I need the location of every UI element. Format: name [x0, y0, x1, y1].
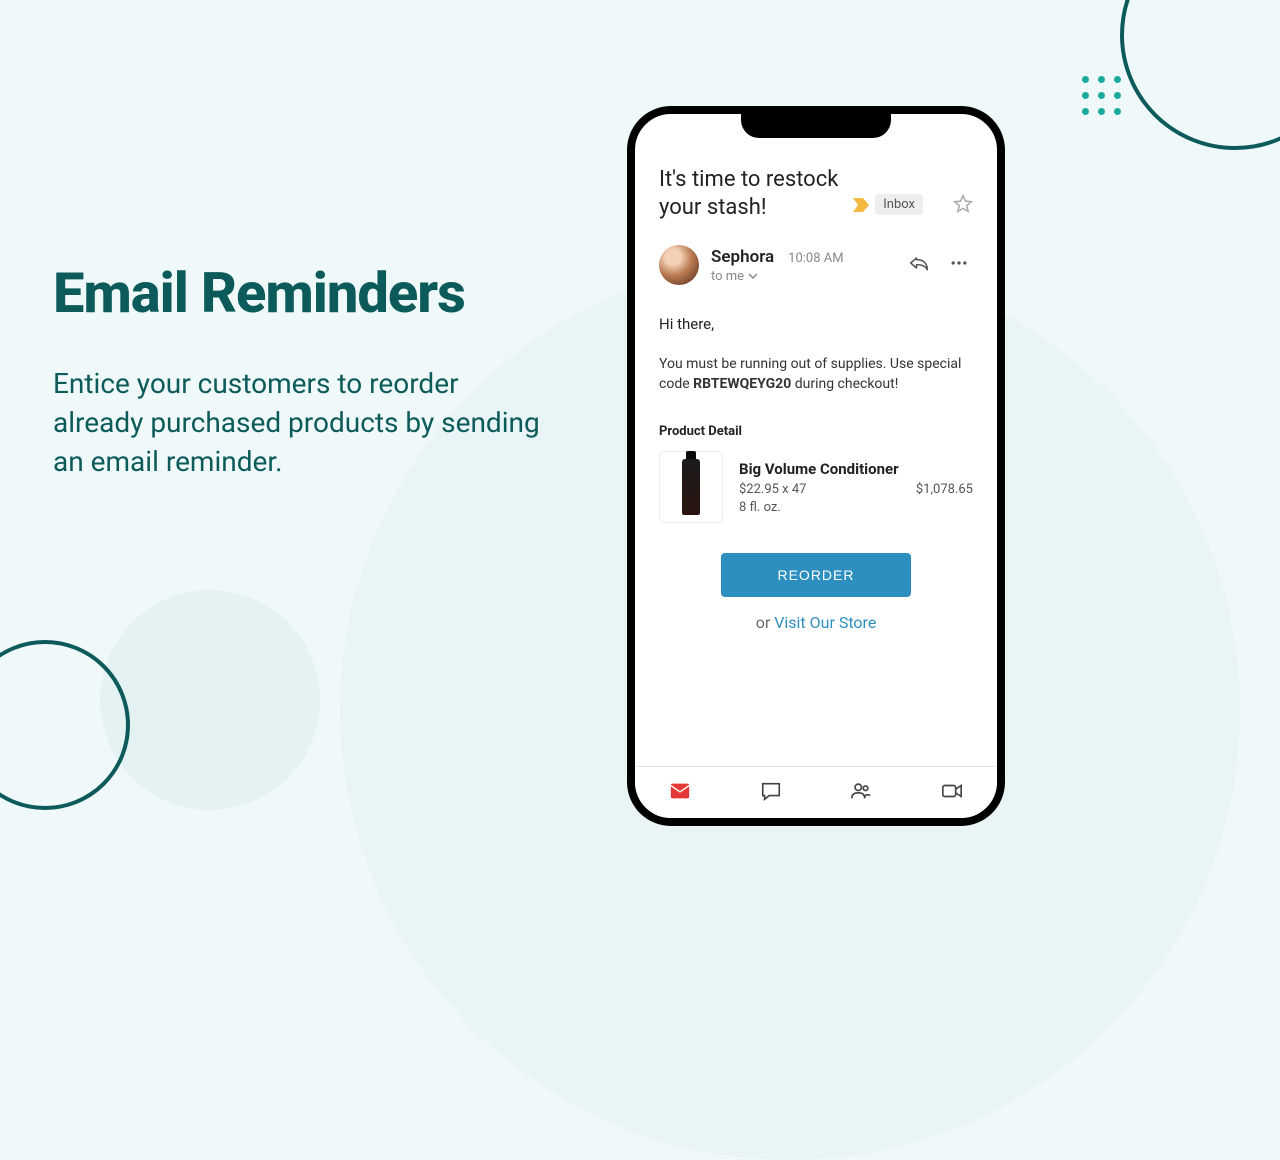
decorative-dots-icon — [1082, 76, 1122, 116]
nav-video-button[interactable] — [941, 780, 963, 806]
email-subject: It's time to restock your stash! — [659, 166, 853, 221]
product-row: Big Volume Conditioner $22.95 x 47 $1,07… — [659, 451, 973, 523]
bottle-icon — [682, 459, 700, 515]
bottom-nav — [635, 766, 997, 818]
sender-row: Sephora 10:08 AM to me — [659, 245, 973, 285]
marketing-copy: Email Reminders Entice your customers to… — [53, 260, 553, 482]
product-name: Big Volume Conditioner — [739, 460, 973, 478]
product-total: $1,078.65 — [916, 482, 973, 497]
product-size: 8 fl. oz. — [739, 500, 973, 515]
reorder-button[interactable]: REORDER — [721, 553, 911, 597]
more-button[interactable] — [945, 250, 973, 280]
or-label: or — [756, 613, 775, 632]
reply-icon — [909, 254, 929, 272]
recipient-dropdown[interactable]: to me — [711, 269, 893, 284]
people-icon — [850, 780, 872, 802]
video-icon — [941, 780, 963, 802]
inbox-badge[interactable]: Inbox — [875, 194, 923, 215]
nav-people-button[interactable] — [850, 780, 872, 806]
email-greeting: Hi there, — [659, 315, 973, 333]
sender-time: 10:08 AM — [788, 251, 843, 266]
star-icon — [953, 194, 973, 214]
product-image — [659, 451, 723, 523]
page-title: Email Reminders — [53, 260, 553, 326]
product-unit-price: $22.95 x 47 — [739, 482, 806, 497]
body-after-code: during checkout! — [791, 376, 898, 392]
phone-mockup: It's time to restock your stash! Inbox S… — [627, 106, 1005, 826]
promo-code: RBTEWQEYG20 — [693, 376, 791, 392]
more-horizontal-icon — [949, 254, 969, 272]
chevron-down-icon — [748, 271, 758, 281]
page-description: Entice your customers to reorder already… — [53, 364, 553, 482]
product-detail-header: Product Detail — [659, 424, 973, 439]
product-price-row: $22.95 x 47 $1,078.65 — [739, 482, 973, 497]
star-button[interactable] — [953, 194, 973, 218]
email-subject-row: It's time to restock your stash! Inbox — [659, 166, 973, 221]
phone-notch — [741, 114, 891, 138]
label-arrow-icon — [853, 198, 869, 212]
visit-store-link[interactable]: Visit Our Store — [774, 613, 876, 632]
nav-chat-button[interactable] — [760, 780, 782, 806]
email-body: You must be running out of supplies. Use… — [659, 355, 973, 394]
chat-icon — [760, 780, 782, 802]
sender-name: Sephora — [711, 247, 774, 267]
inbox-label-area: Inbox — [853, 194, 923, 215]
decorative-ring-top — [1120, 0, 1280, 150]
recipient-label: to me — [711, 269, 744, 284]
reply-button[interactable] — [905, 250, 933, 280]
product-info: Big Volume Conditioner $22.95 x 47 $1,07… — [739, 460, 973, 515]
visit-store-row: or Visit Our Store — [659, 613, 973, 632]
email-app-screen: It's time to restock your stash! Inbox S… — [635, 114, 997, 818]
sender-avatar[interactable] — [659, 245, 699, 285]
nav-mail-button[interactable] — [669, 780, 691, 806]
mail-icon — [669, 780, 691, 802]
decorative-circle-bg-left — [100, 590, 320, 810]
sender-info: Sephora 10:08 AM to me — [711, 247, 893, 284]
